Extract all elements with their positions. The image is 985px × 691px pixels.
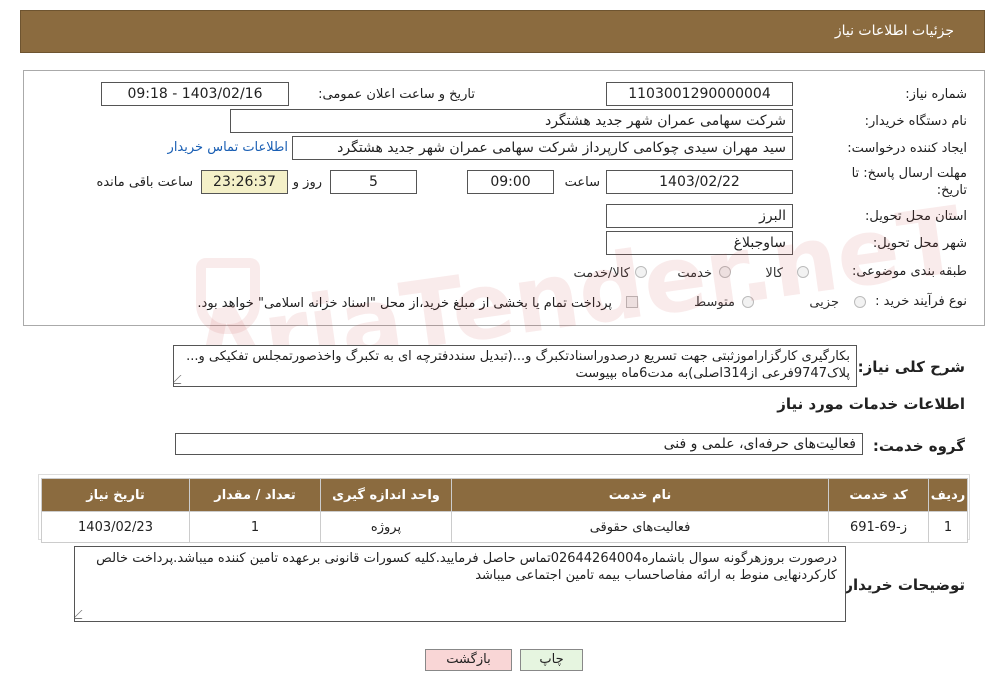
deadline-time-field[interactable]: 09:00	[467, 170, 554, 194]
deadline-label-date: تاریخ:	[936, 183, 967, 198]
process-option-minor: جزیی	[809, 295, 839, 310]
quantity-cell: 1	[189, 511, 321, 543]
category-label: طبقه بندی موضوعی:	[851, 264, 967, 279]
treasury-bonds-note: پرداخت تمام یا بخشی از مبلغ خرید،از محل …	[197, 296, 612, 311]
city-label: شهر محل تحویل:	[872, 236, 967, 251]
buyer-contact-link[interactable]: اطلاعات تماس خریدار	[168, 140, 288, 155]
buyer-notes-textarea[interactable]: درصورت بروزهرگونه سوال باشماره0264426400…	[74, 546, 846, 622]
process-option-medium: متوسط	[694, 295, 735, 310]
need-number-field[interactable]: 1103001290000004	[606, 82, 793, 106]
category-option-goods: کالا	[765, 266, 783, 281]
need-number-label: شماره نیاز:	[905, 87, 967, 102]
row-index-cell: 1	[928, 511, 968, 543]
remaining-time-label: ساعت باقی مانده	[96, 175, 193, 190]
table-row[interactable]: 1 ز-69-691 فعالیت‌های حقوقی پروژه 1 1403…	[41, 511, 968, 543]
service-group-field[interactable]: فعالیت‌های حرفه‌ای، علمی و فنی	[175, 433, 863, 455]
category-option-service: خدمت	[677, 266, 712, 281]
resize-grip-icon[interactable]	[75, 610, 91, 619]
description-text: بکارگیری کارگزاراموزثبتی جهت تسریع درصدو…	[186, 349, 850, 381]
services-section-title: اطلاعات خدمات مورد نیاز	[777, 395, 965, 413]
services-table-header: ردیف کد خدمت نام خدمت واحد اندازه گیری ت…	[41, 478, 968, 512]
unit-cell: پروژه	[320, 511, 452, 543]
province-label: استان محل تحویل:	[865, 209, 967, 224]
category-radio-goods[interactable]	[797, 266, 809, 278]
category-option-goods-service: کالا/خدمت	[573, 266, 630, 281]
buyer-notes-label: توضیحات خریدار:	[838, 576, 965, 594]
col-row-header: ردیف	[928, 478, 968, 512]
service-code-cell: ز-69-691	[828, 511, 929, 543]
buyer-org-field[interactable]: شرکت سهامی عمران شهر جدید هشتگرد	[230, 109, 793, 133]
process-radio-minor[interactable]	[854, 296, 866, 308]
services-table: ردیف کد خدمت نام خدمت واحد اندازه گیری ت…	[41, 478, 968, 543]
process-type-label: نوع فرآیند خرید :	[875, 294, 967, 309]
deadline-date-field[interactable]: 1403/02/22	[606, 170, 793, 194]
category-radio-goods-service[interactable]	[635, 266, 647, 278]
announce-datetime-field[interactable]: 1403/02/16 - 09:18	[101, 82, 289, 106]
deadline-time-label: ساعت	[564, 175, 600, 190]
col-qty-header: تعداد / مقدار	[189, 478, 321, 512]
description-textarea[interactable]: بکارگیری کارگزاراموزثبتی جهت تسریع درصدو…	[173, 345, 857, 387]
col-code-header: کد خدمت	[828, 478, 929, 512]
treasury-bonds-checkbox[interactable]	[626, 296, 638, 308]
col-unit-header: واحد اندازه گیری	[320, 478, 452, 512]
category-radio-service[interactable]	[719, 266, 731, 278]
remaining-time-field[interactable]: 23:26:37	[201, 170, 288, 194]
city-field[interactable]: ساوجبلاغ	[606, 231, 793, 255]
deadline-label: مهلت ارسال پاسخ: تا	[851, 166, 967, 181]
province-field[interactable]: البرز	[606, 204, 793, 228]
page-title: جزئیات اطلاعات نیاز	[834, 23, 954, 39]
process-radio-medium[interactable]	[742, 296, 754, 308]
days-label: روز و	[292, 175, 322, 190]
announce-label: تاریخ و ساعت اعلان عمومی:	[318, 87, 475, 102]
page-header: جزئیات اطلاعات نیاز	[20, 10, 985, 53]
description-label: شرح کلی نیاز:	[857, 358, 965, 376]
service-group-label: گروه خدمت:	[872, 437, 965, 455]
service-name-cell: فعالیت‌های حقوقی	[451, 511, 829, 543]
col-date-header: تاریخ نیاز	[41, 478, 190, 512]
print-button[interactable]: چاپ	[520, 649, 583, 671]
need-date-cell: 1403/02/23	[41, 511, 190, 543]
buyer-org-label: نام دستگاه خریدار:	[864, 114, 967, 129]
col-name-header: نام خدمت	[451, 478, 829, 512]
back-button[interactable]: بازگشت	[425, 649, 512, 671]
creator-label: ایجاد کننده درخواست:	[847, 141, 967, 156]
creator-field[interactable]: سید مهران سیدی چوکامی کارپرداز شرکت سهام…	[292, 136, 793, 160]
resize-grip-icon[interactable]	[174, 375, 190, 384]
buyer-notes-text: درصورت بروزهرگونه سوال باشماره0264426400…	[96, 551, 837, 583]
remaining-days-field[interactable]: 5	[330, 170, 417, 194]
